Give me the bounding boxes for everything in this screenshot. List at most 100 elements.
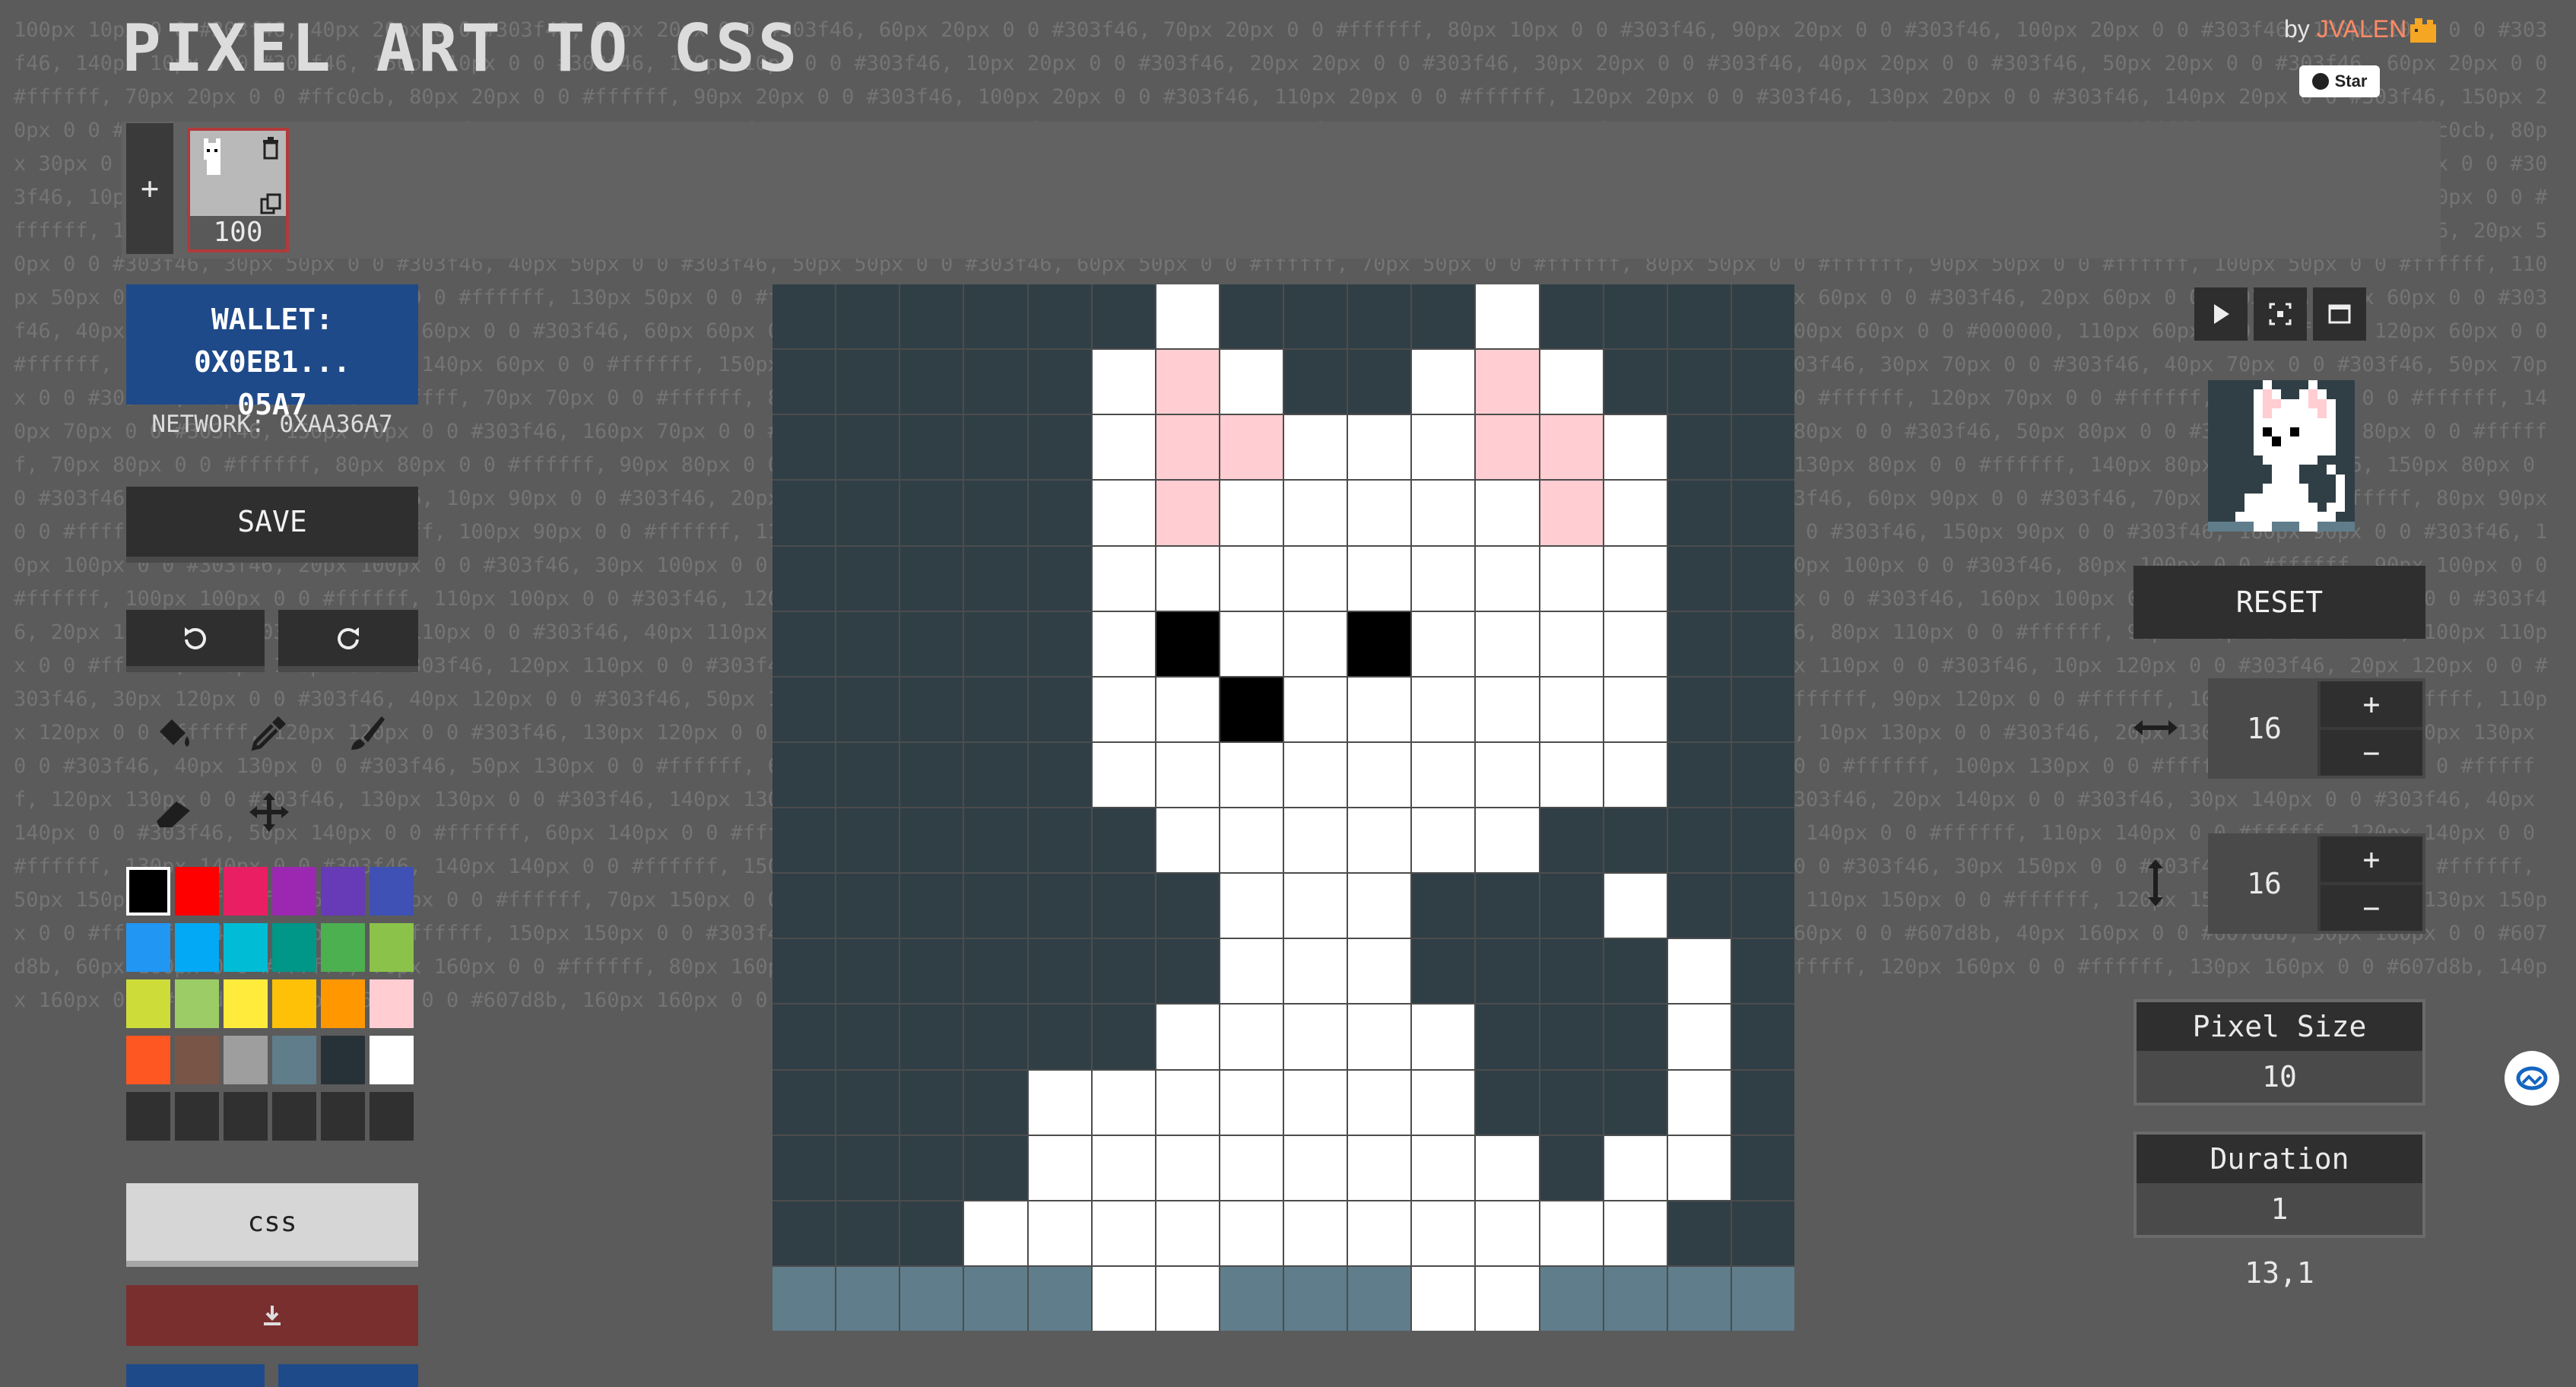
canvas-pixel[interactable] [1731, 415, 1794, 480]
canvas-pixel[interactable] [1092, 1266, 1155, 1331]
eraser-icon[interactable] [149, 788, 198, 836]
brush-icon[interactable] [342, 709, 391, 757]
canvas-pixel[interactable] [1092, 1005, 1155, 1069]
canvas-pixel[interactable] [1540, 1266, 1603, 1331]
canvas-pixel[interactable] [900, 546, 963, 611]
canvas-pixel[interactable] [1348, 481, 1411, 545]
canvas-pixel[interactable] [1476, 1201, 1539, 1265]
canvas-pixel[interactable] [1731, 1135, 1794, 1200]
canvas-pixel[interactable] [1604, 284, 1667, 349]
canvas-pixel[interactable] [964, 677, 1027, 741]
canvas-pixel[interactable] [1412, 481, 1475, 545]
paint-bucket-icon[interactable] [149, 709, 198, 757]
color-swatch[interactable] [175, 979, 219, 1028]
canvas-pixel[interactable] [1348, 284, 1411, 349]
canvas-pixel[interactable] [1731, 546, 1794, 611]
width-value[interactable]: 16 [2211, 681, 2317, 776]
canvas-pixel[interactable] [836, 1266, 899, 1331]
canvas-pixel[interactable] [1284, 1135, 1347, 1200]
canvas-pixel[interactable] [964, 1070, 1027, 1135]
canvas-pixel[interactable] [1476, 350, 1539, 414]
canvas-pixel[interactable] [1028, 742, 1091, 807]
canvas-pixel[interactable] [1028, 677, 1091, 741]
canvas-pixel[interactable] [1667, 939, 1731, 1004]
play-button[interactable] [2194, 287, 2248, 341]
canvas-pixel[interactable] [772, 742, 836, 807]
canvas-pixel[interactable] [1092, 284, 1155, 349]
canvas-pixel[interactable] [1348, 742, 1411, 807]
screenshot-button[interactable] [2254, 287, 2307, 341]
canvas-pixel[interactable] [1284, 350, 1347, 414]
width-increase-button[interactable]: + [2321, 681, 2422, 727]
canvas-pixel[interactable] [1220, 1070, 1283, 1135]
color-swatch[interactable] [126, 923, 170, 972]
canvas-pixel[interactable] [1156, 481, 1219, 545]
canvas-pixel[interactable] [1667, 284, 1731, 349]
canvas-pixel[interactable] [1604, 546, 1667, 611]
canvas-pixel[interactable] [1220, 874, 1283, 938]
canvas-pixel[interactable] [1731, 1005, 1794, 1069]
canvas-pixel[interactable] [836, 742, 899, 807]
canvas-pixel[interactable] [900, 1135, 963, 1200]
canvas-pixel[interactable] [1028, 546, 1091, 611]
canvas-pixel[interactable] [1156, 611, 1219, 676]
canvas-pixel[interactable] [1540, 939, 1603, 1004]
canvas-pixel[interactable] [1156, 742, 1219, 807]
canvas-pixel[interactable] [900, 939, 963, 1004]
canvas-pixel[interactable] [1028, 808, 1091, 873]
canvas-pixel[interactable] [1667, 350, 1731, 414]
canvas-pixel[interactable] [1540, 808, 1603, 873]
canvas-pixel[interactable] [1476, 874, 1539, 938]
canvas-pixel[interactable] [1667, 481, 1731, 545]
canvas-pixel[interactable] [1476, 611, 1539, 676]
canvas-pixel[interactable] [1220, 611, 1283, 676]
canvas-pixel[interactable] [1540, 1135, 1603, 1200]
canvas-pixel[interactable] [1604, 808, 1667, 873]
canvas-pixel[interactable] [1220, 481, 1283, 545]
canvas-pixel[interactable] [1092, 939, 1155, 1004]
canvas-pixel[interactable] [1348, 415, 1411, 480]
canvas-pixel[interactable] [1667, 808, 1731, 873]
canvas-pixel[interactable] [772, 1201, 836, 1265]
canvas-pixel[interactable] [900, 1266, 963, 1331]
canvas-pixel[interactable] [1284, 939, 1347, 1004]
canvas-pixel[interactable] [1092, 677, 1155, 741]
canvas-pixel[interactable] [900, 1070, 963, 1135]
canvas-pixel[interactable] [964, 1135, 1027, 1200]
canvas-pixel[interactable] [1540, 284, 1603, 349]
canvas-pixel[interactable] [1604, 677, 1667, 741]
canvas-pixel[interactable] [1156, 874, 1219, 938]
canvas-pixel[interactable] [1476, 808, 1539, 873]
canvas-pixel[interactable] [1731, 742, 1794, 807]
canvas-pixel[interactable] [772, 546, 836, 611]
color-swatch[interactable] [126, 1036, 170, 1084]
canvas-pixel[interactable] [1667, 1201, 1731, 1265]
canvas-pixel[interactable] [1412, 1135, 1475, 1200]
canvas-pixel[interactable] [1220, 1135, 1283, 1200]
canvas-pixel[interactable] [772, 1005, 836, 1069]
canvas-pixel[interactable] [1092, 808, 1155, 873]
canvas-pixel[interactable] [1092, 742, 1155, 807]
canvas-pixel[interactable] [1028, 1005, 1091, 1069]
canvas-pixel[interactable] [1476, 677, 1539, 741]
canvas-pixel[interactable] [1156, 677, 1219, 741]
color-swatch[interactable] [175, 867, 219, 916]
canvas-pixel[interactable] [1028, 1070, 1091, 1135]
canvas-pixel[interactable] [1284, 415, 1347, 480]
canvas-pixel[interactable] [1348, 611, 1411, 676]
canvas-pixel[interactable] [1156, 1135, 1219, 1200]
canvas-pixel[interactable] [772, 1070, 836, 1135]
author-link[interactable]: JVALEN [2317, 15, 2407, 43]
canvas-pixel[interactable] [1156, 808, 1219, 873]
save-button[interactable]: SAVE [126, 487, 418, 563]
canvas-pixel[interactable] [772, 611, 836, 676]
canvas-pixel[interactable] [1284, 546, 1347, 611]
color-swatch[interactable] [175, 1036, 219, 1084]
color-swatch[interactable] [175, 923, 219, 972]
canvas-pixel[interactable] [900, 481, 963, 545]
canvas-pixel[interactable] [900, 415, 963, 480]
canvas-pixel[interactable] [1476, 415, 1539, 480]
color-swatch[interactable] [321, 979, 365, 1028]
canvas-pixel[interactable] [1028, 874, 1091, 938]
canvas-pixel[interactable] [1220, 415, 1283, 480]
